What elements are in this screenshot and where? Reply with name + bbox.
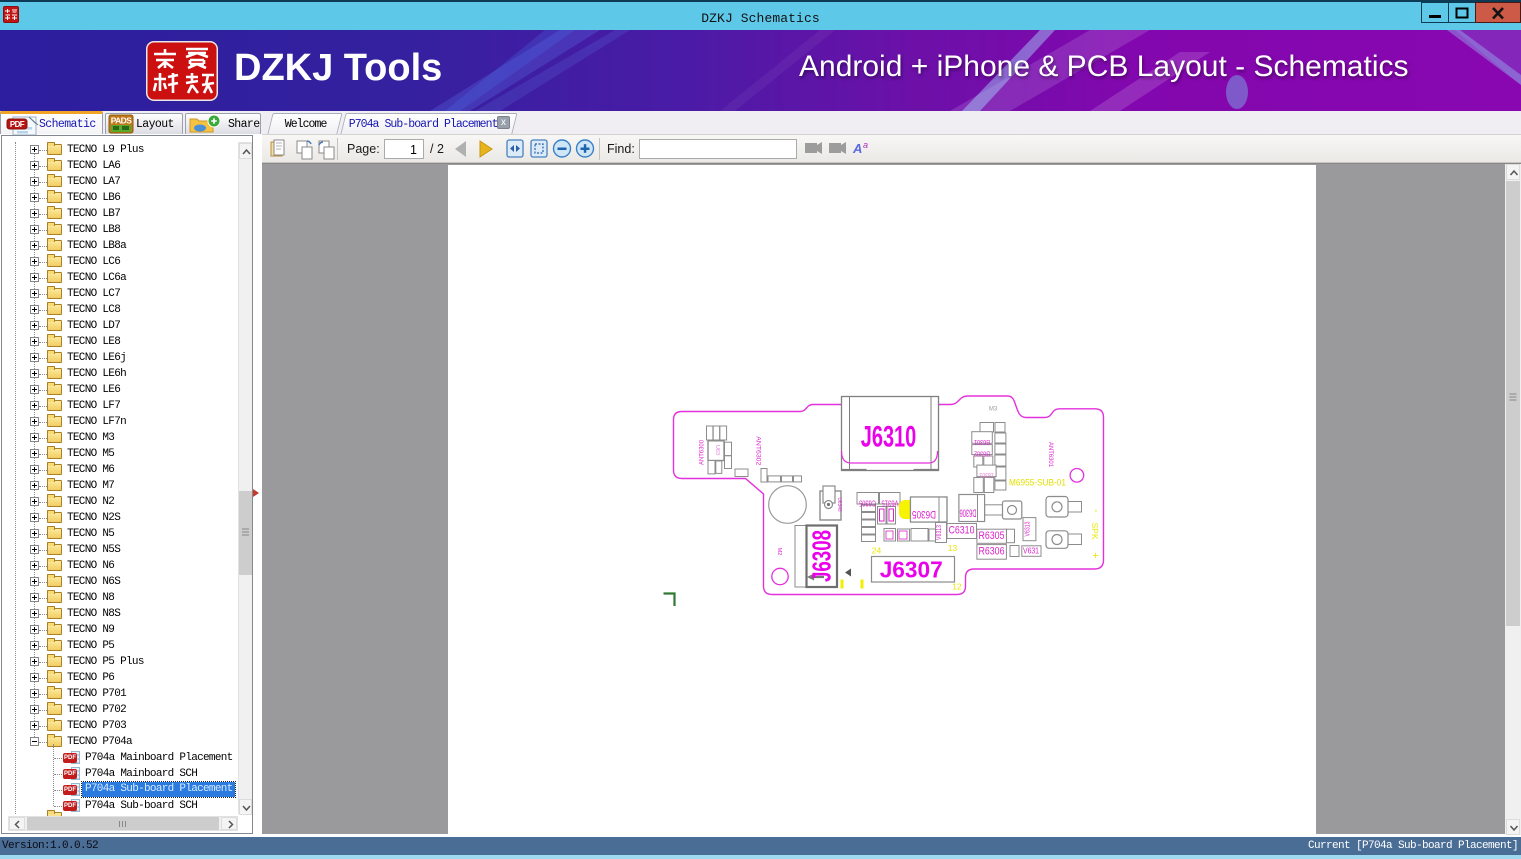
svg-text:+: + [1089,552,1101,558]
svg-text:B6302: B6302 [974,450,990,459]
svg-text:-: - [1090,509,1102,513]
svg-text:V6313: V6313 [1025,521,1032,536]
svg-text:J6307: J6307 [880,557,943,583]
svg-text:C6305: C6305 [859,499,876,509]
svg-text:a: a [863,140,868,150]
svg-text:ANT6300: ANT6300 [700,439,706,465]
svg-text:ANT6301: ANT6301 [1047,442,1054,467]
svg-text:V631: V631 [1023,547,1039,556]
svg-text:PADS: PADS [111,116,133,126]
svg-text:L6303: L6303 [979,471,993,478]
svg-text:R6306: R6306 [979,546,1005,558]
svg-text:PDF: PDF [10,120,25,129]
svg-text:12: 12 [952,582,962,592]
svg-text:V6315: V6315 [881,499,898,509]
svg-text:M6955-SUB-01: M6955-SUB-01 [1009,478,1066,488]
svg-text:R6305: R6305 [979,530,1005,542]
svg-text:U63: U63 [714,445,720,455]
svg-text:A: A [852,141,862,156]
svg-text:C6310: C6310 [949,525,975,537]
svg-text:ANT6302: ANT6302 [755,436,762,465]
svg-text:D6306: D6306 [960,507,977,519]
svg-text:U6340: U6340 [836,498,842,512]
svg-text:M2: M2 [776,548,782,556]
svg-text:SPK: SPK [1090,522,1100,539]
svg-text:J6310: J6310 [861,421,917,454]
svg-text:J6308: J6308 [807,530,837,582]
svg-text:D6305: D6305 [912,508,936,520]
svg-text:M3: M3 [989,407,998,413]
svg-text:24: 24 [872,546,882,556]
svg-text:13: 13 [948,543,958,553]
svg-text:B6301: B6301 [974,438,990,447]
svg-text:V6313: V6313 [936,525,943,540]
